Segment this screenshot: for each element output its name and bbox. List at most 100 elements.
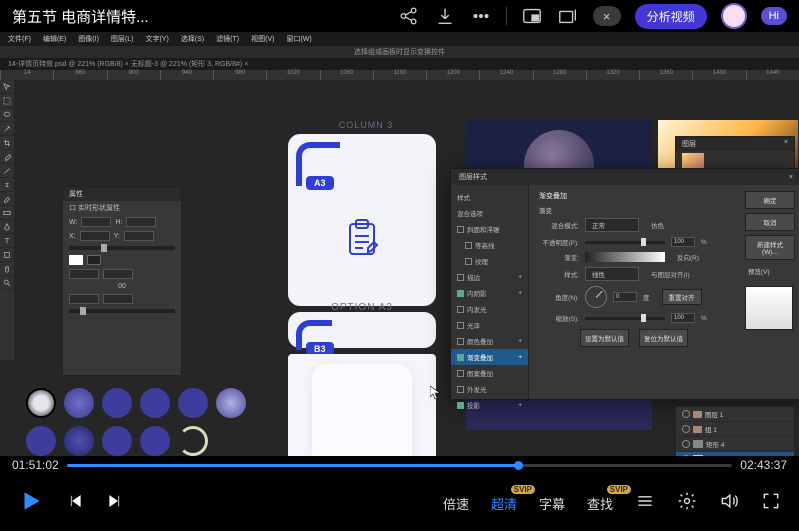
style-select: 线性 (585, 267, 639, 281)
progress-fill (67, 464, 518, 467)
play-button[interactable] (18, 488, 44, 519)
share-icon[interactable] (398, 5, 420, 27)
nav-header: 图层× (676, 137, 794, 151)
corner-input (69, 269, 99, 279)
hi-badge[interactable]: Hi (761, 7, 787, 25)
progress-track[interactable] (67, 464, 733, 467)
effect-item: 等高线 (451, 237, 528, 253)
close-button[interactable]: × (593, 6, 621, 26)
height-input (126, 217, 156, 227)
props-corner-row (63, 267, 181, 281)
ps-canvas: 属性 口 实时形状属性 W:H: X:Y: 00 (14, 80, 799, 456)
reset-align-button: 重置对齐 (662, 289, 702, 305)
video-top-bar: 第五节 电商详情特... × 分析视频 Hi (0, 0, 799, 32)
effect-item-active: 渐变叠加+ (451, 349, 528, 365)
hand-tool-icon (0, 262, 14, 276)
ps-doc-tab: 14-详情页特效.psd @ 221% (RGB/8) × 无标题-3 @ 22… (0, 58, 799, 70)
effect-item: 图案叠加 (451, 365, 528, 381)
ps-menubar: 文件(F) 编辑(E) 图像(I) 图层(L) 文字(Y) 选择(S) 滤镜(T… (0, 32, 799, 46)
next-button[interactable] (106, 492, 124, 515)
playlist-icon[interactable] (635, 491, 655, 516)
theater-icon[interactable] (557, 5, 579, 27)
ps-ruler: 1486090094098010201060110012001240128013… (0, 70, 799, 80)
swatch (140, 388, 170, 418)
ps-menu-item: 图层(L) (111, 34, 134, 44)
props-xy-row: X:Y: (63, 229, 181, 243)
eye-icon (682, 425, 690, 433)
crop-tool-icon (0, 136, 14, 150)
dialog-buttons: 确定 取消 新建样式(W)... 预览(V) (739, 185, 799, 399)
effect-item: 投影+ (451, 397, 528, 413)
ps-workspace: 属性 口 实时形状属性 W:H: X:Y: 00 (0, 80, 799, 456)
option-card-a3: A3 OPTION A3 (288, 134, 436, 306)
close-icon: × (784, 139, 788, 149)
ps-menu-item: 图像(I) (78, 34, 99, 44)
x-input (80, 231, 110, 241)
marquee-tool-icon (0, 94, 14, 108)
search-button[interactable]: 查找SVIP (587, 494, 613, 513)
text-tool-icon (0, 234, 14, 248)
ps-menu-item: 滤镜(T) (216, 34, 239, 44)
reset-default-button: 复位为默认值 (639, 329, 688, 347)
gradient-tool-icon (0, 206, 14, 220)
props-fill-row (63, 253, 181, 267)
effect-item: 外发光 (451, 381, 528, 397)
layer-row: 图层 1 (676, 407, 794, 422)
width-input (81, 217, 111, 227)
layer-row: 矩形 4 (676, 437, 794, 452)
swatch (26, 426, 56, 456)
quality-button[interactable]: 超清SVIP (491, 494, 517, 513)
stamp-tool-icon (0, 178, 14, 192)
blank-card-artboard (288, 354, 436, 456)
gradient-editor (585, 252, 665, 262)
swatch (26, 388, 56, 418)
prev-button[interactable] (66, 492, 84, 515)
scale-slider (585, 317, 665, 320)
more-icon[interactable] (470, 5, 492, 27)
section-title: 渐变叠加 (539, 191, 729, 201)
divider (506, 7, 507, 25)
subtitle-button[interactable]: 字幕 (539, 494, 565, 513)
effect-item: 描边+ (451, 269, 528, 285)
settings-icon[interactable] (677, 491, 697, 516)
speed-button[interactable]: 倍速 (443, 494, 469, 513)
props-slider (69, 246, 175, 250)
layer-style-dialog: 图层样式× 样式 混合选项 斜面和浮雕 等高线 纹理 描边+ 内阴影+ 内发光 … (450, 168, 799, 400)
option-card-b3: B3 (288, 312, 436, 348)
ps-menu-item: 选择(S) (181, 34, 204, 44)
fullscreen-icon[interactable] (761, 491, 781, 516)
ps-toolbox (0, 80, 14, 360)
effect-item: 颜色叠加+ (451, 333, 528, 349)
swatch (102, 426, 132, 456)
move-tool-icon (0, 80, 14, 94)
analyze-video-button[interactable]: 分析视频 (635, 4, 707, 29)
effects-list: 样式 混合选项 斜面和浮雕 等高线 纹理 描边+ 内阴影+ 内发光 光泽 颜色叠… (451, 185, 529, 399)
volume-icon[interactable] (719, 491, 739, 516)
eye-icon (682, 410, 690, 418)
properties-title: 属性 (63, 187, 181, 201)
download-icon[interactable] (434, 5, 456, 27)
swatch (178, 426, 208, 456)
layers-panel: 图层 1 组 1 矩形 4 矩形 3 (675, 406, 795, 456)
avatar[interactable] (721, 3, 747, 29)
layer-thumb (693, 440, 703, 448)
effect-settings: 渐变叠加 渐变 混合模式:正常仿色 不透明度(P):100% 渐变:反向(R) … (529, 185, 739, 399)
nav-thumbnail (682, 153, 704, 169)
progress-bar-area: 01:51:02 02:43:37 (0, 456, 799, 474)
lasso-tool-icon (0, 108, 14, 122)
make-default-button: 设置为默认值 (580, 329, 629, 347)
effect-item: 内发光 (451, 301, 528, 317)
swatch (216, 388, 246, 418)
swatch (64, 426, 94, 456)
pip-icon[interactable] (521, 5, 543, 27)
progress-knob[interactable] (514, 461, 523, 470)
props-slider2 (69, 309, 175, 313)
folder-icon (693, 426, 702, 433)
wand-tool-icon (0, 122, 14, 136)
eye-icon (682, 440, 690, 448)
opacity-slider (585, 241, 665, 244)
effect-item: 混合选项 (451, 205, 528, 221)
folder-icon (693, 411, 702, 418)
svip-badge: SVIP (511, 485, 535, 494)
swatch (102, 388, 132, 418)
